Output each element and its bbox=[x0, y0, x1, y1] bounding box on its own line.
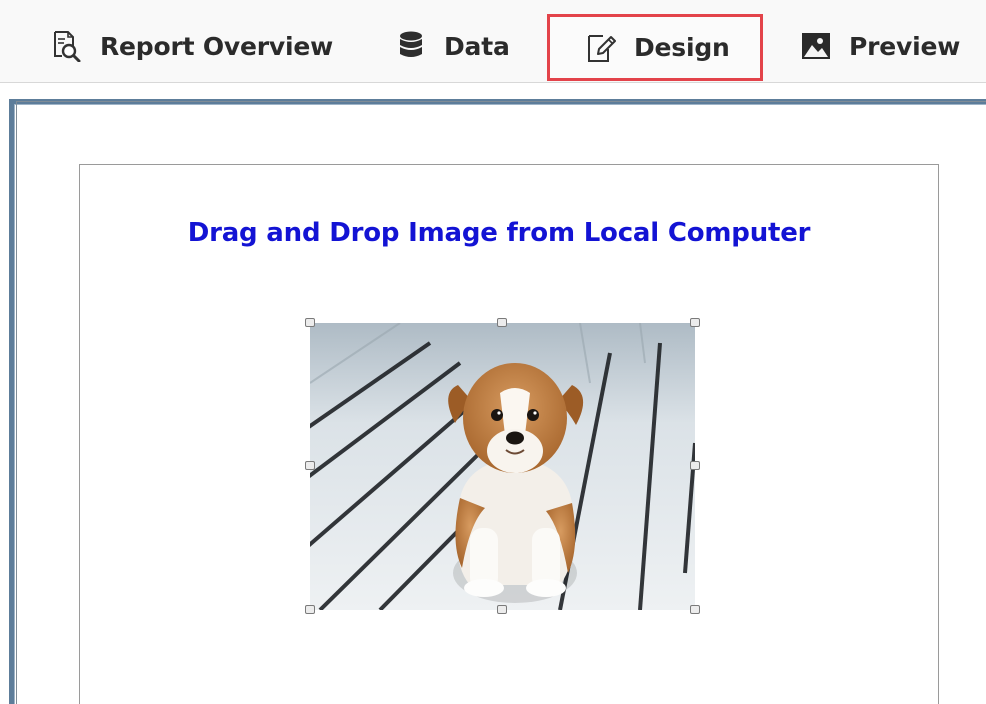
tab-bar: Report Overview Data Design Preview bbox=[0, 0, 986, 83]
report-title-text[interactable]: Drag and Drop Image from Local Computer bbox=[0, 218, 986, 248]
resize-handle-bottom-right[interactable] bbox=[690, 605, 700, 614]
tab-report-overview[interactable]: Report Overview bbox=[52, 13, 333, 79]
resize-handle-bottom-left[interactable] bbox=[305, 605, 315, 614]
report-designer: Report Overview Data Design Preview Drag… bbox=[0, 0, 986, 704]
resize-handle-left[interactable] bbox=[305, 461, 315, 470]
resize-handle-right[interactable] bbox=[690, 461, 700, 470]
tab-preview-label: Preview bbox=[849, 31, 961, 61]
tab-design[interactable]: Design bbox=[547, 14, 763, 81]
report-overview-icon bbox=[52, 30, 82, 62]
puppy-image[interactable] bbox=[310, 323, 695, 610]
database-icon bbox=[396, 30, 426, 62]
resize-handle-top-left[interactable] bbox=[305, 318, 315, 327]
tab-preview[interactable]: Preview bbox=[801, 13, 960, 79]
tab-report-overview-label: Report Overview bbox=[100, 31, 334, 61]
design-edit-icon bbox=[586, 32, 616, 64]
tab-data[interactable]: Data bbox=[396, 13, 510, 79]
tab-design-label: Design bbox=[634, 33, 730, 62]
resize-handle-top-right[interactable] bbox=[690, 318, 700, 327]
resize-handle-top[interactable] bbox=[497, 318, 507, 327]
image-preview-icon bbox=[801, 30, 831, 62]
resize-handle-bottom[interactable] bbox=[497, 605, 507, 614]
tab-data-label: Data bbox=[444, 31, 510, 61]
